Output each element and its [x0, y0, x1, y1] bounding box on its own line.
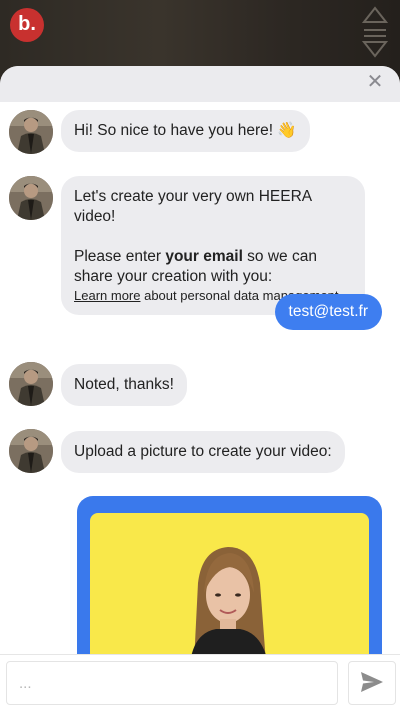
avatar-image — [9, 362, 53, 406]
avatar-image — [9, 110, 53, 154]
bot-message-greeting: Hi! So nice to have you here! 👋 — [0, 110, 400, 154]
bot-bubble-noted: Noted, thanks! — [61, 364, 187, 406]
bubble-line-title: Let's create your very own HEERA video! — [74, 188, 312, 225]
avatar — [9, 110, 53, 154]
bot-message-noted: Noted, thanks! — [0, 362, 400, 406]
brand-logo: b. — [10, 8, 44, 42]
close-icon: ✕ — [366, 71, 384, 93]
message-input[interactable] — [6, 661, 338, 705]
avatar — [9, 429, 53, 473]
bot-bubble-upload-prompt: Upload a picture to create your video: — [61, 431, 345, 473]
send-icon — [361, 671, 383, 692]
chat-header: ✕ — [0, 66, 400, 102]
bot-bubble-greeting: Hi! So nice to have you here! 👋 — [61, 110, 310, 152]
user-message: test@test.fr — [0, 294, 400, 330]
bot-message-upload-prompt: Upload a picture to create your video: — [0, 429, 400, 473]
send-button[interactable] — [348, 661, 396, 705]
upload-preview — [90, 513, 369, 663]
avatar-image — [9, 429, 53, 473]
avatar — [9, 362, 53, 406]
avatar-image — [9, 176, 53, 220]
bubble-line-instruction: Please enter your email so we can share … — [74, 248, 317, 285]
close-button[interactable]: ✕ — [364, 71, 386, 93]
upload-picture-card[interactable] — [77, 496, 382, 666]
avatar — [9, 176, 53, 220]
sample-portrait-image — [190, 547, 268, 663]
brand-mark-icon — [362, 6, 388, 58]
email-emphasis: your email — [165, 248, 243, 265]
user-bubble-email: test@test.fr — [274, 294, 382, 330]
chat-panel: ✕ Hi! So nice to have you here! 👋 Let's … — [0, 66, 400, 712]
message-composer — [0, 654, 400, 712]
